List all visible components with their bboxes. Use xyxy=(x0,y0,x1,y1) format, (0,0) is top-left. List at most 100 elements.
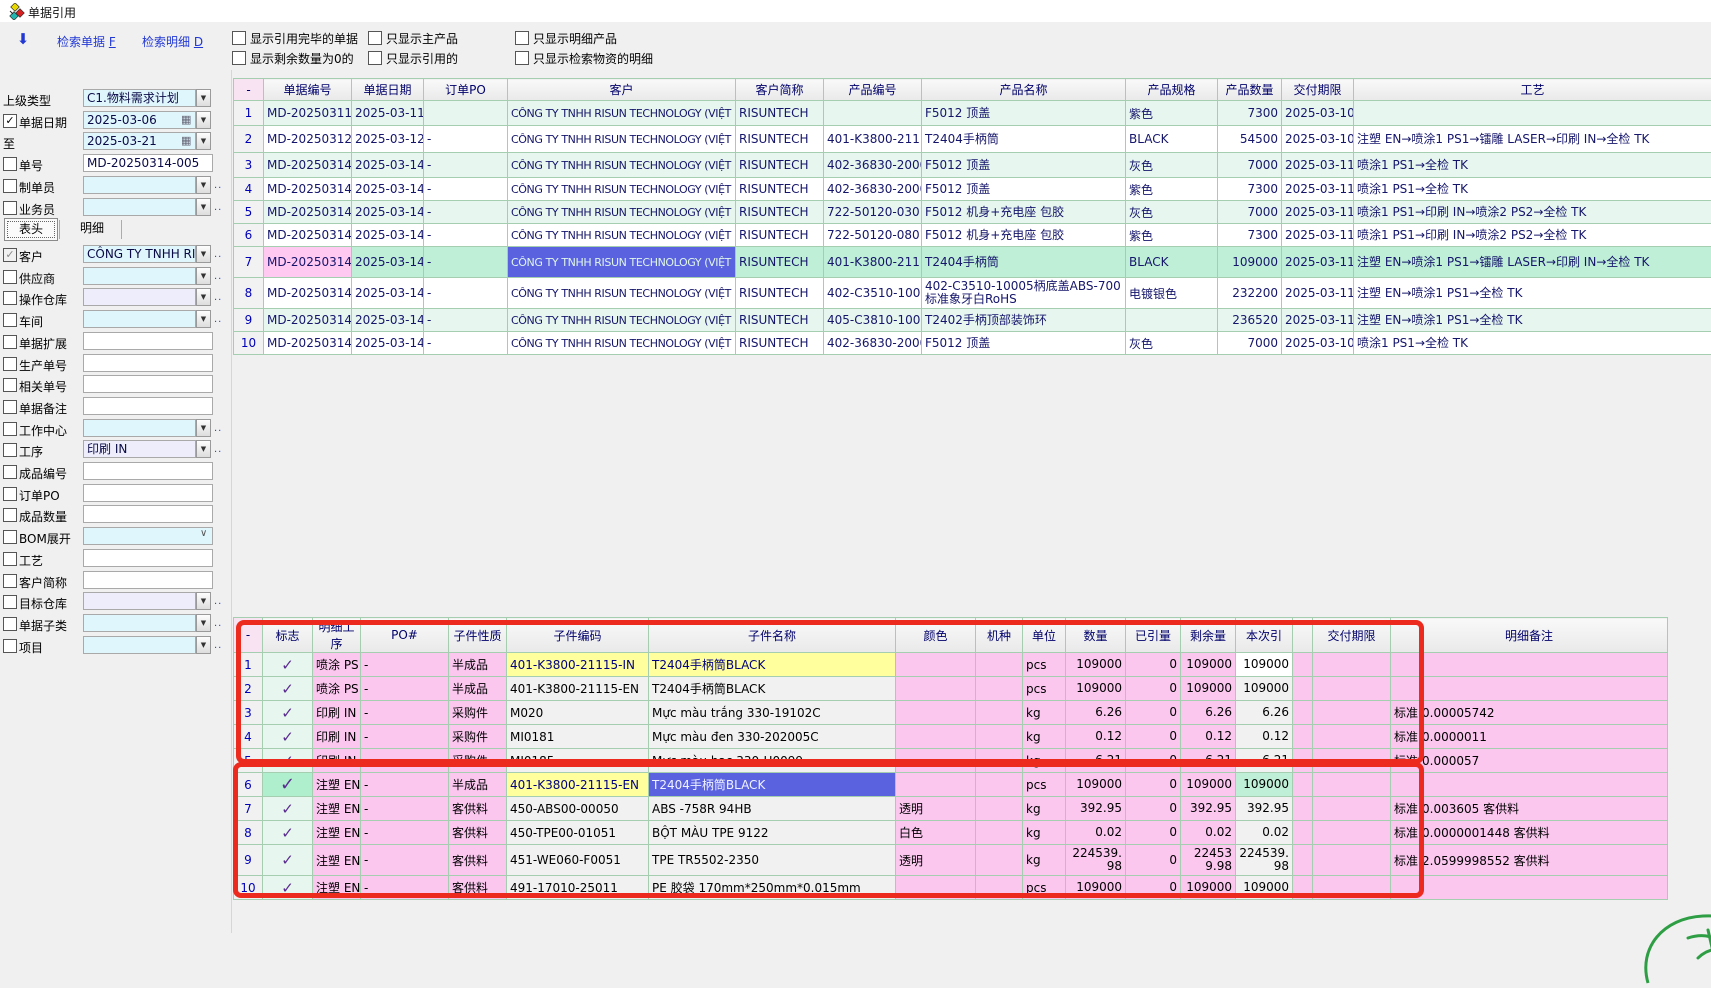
checkbox-工序[interactable] xyxy=(3,443,17,457)
cell-r7-c15[interactable] xyxy=(1313,797,1391,821)
cell-r3-c6[interactable]: Mực màu trắng 330-19102C xyxy=(649,701,896,725)
column-header-9[interactable]: 单位 xyxy=(1023,618,1066,653)
cell-r2-c4[interactable]: CÔNG TY TNHH RISUN TECHNOLOGY (VIỆT NAM) xyxy=(508,126,736,153)
cell-r3-c15[interactable] xyxy=(1313,701,1391,725)
cell-r8-c12[interactable]: 0.02 xyxy=(1181,821,1236,845)
cell-r2-c1[interactable]: ✓ xyxy=(263,677,313,701)
cell-r6-c1[interactable]: ✓ xyxy=(263,773,313,797)
combo-BOM展开[interactable] xyxy=(83,527,213,545)
cell-r4-c1[interactable]: MD-20250314-002 xyxy=(264,178,352,201)
cell-r7-c1[interactable]: MD-20250314-005 xyxy=(264,247,352,278)
cell-r1-c9[interactable]: pcs xyxy=(1023,653,1066,677)
cell-r10-c1[interactable]: ✓ xyxy=(263,876,313,900)
cell-r2-c16[interactable] xyxy=(1391,677,1668,701)
cell-r9-c4[interactable]: CÔNG TY TNHH RISUN TECHNOLOGY (VIỆT NAM) xyxy=(508,309,736,332)
checkbox-客户简称[interactable] xyxy=(3,574,17,588)
cell-r4-c2[interactable]: 印刷 IN xyxy=(313,725,361,749)
cell-r10-c13[interactable]: 109000 xyxy=(1236,876,1293,900)
cell-r10-c3[interactable]: - xyxy=(361,876,449,900)
cell-r8-c15[interactable] xyxy=(1313,821,1391,845)
cell-r8-c13[interactable]: 0.02 xyxy=(1236,821,1293,845)
cell-r1-c8[interactable] xyxy=(976,653,1023,677)
cell-r2-c6[interactable]: 401-K3800-21115 xyxy=(824,126,922,153)
cell-r8-c11[interactable]: 注塑 EN→喷涂1 PS1→全检 TK xyxy=(1354,278,1711,309)
cell-r10-c2[interactable]: 注塑 EN xyxy=(313,876,361,900)
cell-r1-c12[interactable]: 109000 xyxy=(1181,653,1236,677)
cell-r7-c7[interactable]: T2404手柄筒 xyxy=(922,247,1126,278)
cell-r2-c10[interactable]: 109000 xyxy=(1066,677,1126,701)
cell-r5-c8[interactable]: 灰色 xyxy=(1126,201,1218,224)
cell-r10-c5[interactable]: 491-17010-25011 xyxy=(507,876,649,900)
cell-r6-c11[interactable]: 0 xyxy=(1126,773,1181,797)
cell-r10-c7[interactable]: F5012 顶盖 xyxy=(922,332,1126,355)
cell-r6-c16[interactable] xyxy=(1391,773,1668,797)
cell-r9-c8[interactable] xyxy=(1126,309,1218,332)
cell-r10-c10[interactable]: 2025-03-10 xyxy=(1282,332,1354,355)
column-header-5[interactable]: 客户简称 xyxy=(736,79,824,101)
cell-r10-c8[interactable]: 灰色 xyxy=(1126,332,1218,355)
dropdown-arrow[interactable]: ▼ xyxy=(196,132,211,150)
checkbox-生产单号[interactable] xyxy=(3,357,17,371)
cell-r6-c0[interactable]: 6 xyxy=(234,224,264,247)
tab-header[interactable]: 表头 xyxy=(4,218,58,241)
cell-r5-c3[interactable]: - xyxy=(361,749,449,773)
cell-r5-c3[interactable]: - xyxy=(424,201,508,224)
combo-工序[interactable]: 印刷 IN xyxy=(83,440,196,458)
calendar-icon[interactable]: ▦ xyxy=(181,113,191,126)
down-arrow-button[interactable]: ⬇ xyxy=(14,30,32,48)
cell-r2-c15[interactable] xyxy=(1313,677,1391,701)
cell-r8-c9[interactable]: 232200 xyxy=(1218,278,1282,309)
cell-r3-c5[interactable]: M020 xyxy=(507,701,649,725)
cell-r8-c7[interactable]: 402-C3510-10005柄底盖ABS-700标准象牙白RoHS xyxy=(922,278,1126,309)
cell-r9-c5[interactable]: RISUNTECH xyxy=(736,309,824,332)
cell-r9-c6[interactable]: TPE TR5502-2350 xyxy=(649,845,896,876)
cell-r2-c6[interactable]: T2404手柄筒BLACK xyxy=(649,677,896,701)
input-单据备注[interactable] xyxy=(83,397,213,415)
combo-上级类型[interactable]: C1.物料需求计划 xyxy=(83,89,196,107)
cell-r9-c4[interactable]: 客供料 xyxy=(449,845,507,876)
column-header-3[interactable]: 订单PO xyxy=(424,79,508,101)
cell-r3-c3[interactable]: - xyxy=(424,153,508,178)
cell-r5-c4[interactable]: 采购件 xyxy=(449,749,507,773)
column-header-15[interactable]: 交付期限 xyxy=(1313,618,1391,653)
cell-r1-c1[interactable]: MD-20250311-002 xyxy=(264,101,352,126)
cell-r7-c13[interactable]: 392.95 xyxy=(1236,797,1293,821)
ellipsis-button[interactable]: .. xyxy=(214,202,222,213)
dropdown-arrow[interactable]: ▼ xyxy=(196,310,211,328)
cell-r3-c10[interactable]: 6.26 xyxy=(1066,701,1126,725)
checkbox-相关单号[interactable] xyxy=(3,378,17,392)
column-header-0[interactable]: - xyxy=(234,618,263,653)
cell-r6-c10[interactable]: 2025-03-11 xyxy=(1282,224,1354,247)
ellipsis-button[interactable]: .. xyxy=(214,271,222,282)
checkbox-供应商[interactable] xyxy=(3,270,17,284)
cell-r7-c11[interactable]: 注塑 EN→喷涂1 PS1→镭雕 LASER→印刷 IN→全检 TK xyxy=(1354,247,1711,278)
cell-r8-c6[interactable]: 402-C3510-10005 xyxy=(824,278,922,309)
cell-r1-c3[interactable] xyxy=(424,101,508,126)
checkbox-操作仓库[interactable] xyxy=(3,291,17,305)
cell-r3-c1[interactable]: ✓ xyxy=(263,701,313,725)
ellipsis-button[interactable]: .. xyxy=(214,180,222,191)
cell-r10-c12[interactable]: 109000 xyxy=(1181,876,1236,900)
cell-r5-c7[interactable]: F5012 机身+充电座 包胶 xyxy=(922,201,1126,224)
cell-r6-c2[interactable]: 注塑 EN xyxy=(313,773,361,797)
cell-r1-c2[interactable]: 2025-03-11 xyxy=(352,101,424,126)
cell-r5-c2[interactable]: 印刷 IN xyxy=(313,749,361,773)
cell-r6-c8[interactable] xyxy=(976,773,1023,797)
cell-r1-c6[interactable]: T2404手柄筒BLACK xyxy=(649,653,896,677)
cell-r5-c15[interactable] xyxy=(1313,749,1391,773)
checkbox-only-referenced[interactable]: 只显示引用的 xyxy=(368,50,458,67)
cell-r3-c2[interactable]: 印刷 IN xyxy=(313,701,361,725)
cell-r6-c13[interactable]: 109000 xyxy=(1236,773,1293,797)
combo-目标仓库[interactable] xyxy=(83,592,196,610)
cell-r7-c16[interactable]: 标准:0.003605 客供料 xyxy=(1391,797,1668,821)
cell-r3-c4[interactable]: 采购件 xyxy=(449,701,507,725)
column-header-10[interactable]: 数量 xyxy=(1066,618,1126,653)
cell-r9-c10[interactable]: 224539.98 xyxy=(1066,845,1126,876)
cell-r9-c7[interactable]: T2402手柄顶部装饰环 xyxy=(922,309,1126,332)
column-header-16[interactable]: 明细备注 xyxy=(1391,618,1668,653)
cell-r8-c1[interactable]: ✓ xyxy=(263,821,313,845)
checkbox-工艺[interactable] xyxy=(3,552,17,566)
cell-r7-c0[interactable]: 7 xyxy=(234,797,263,821)
cell-r6-c11[interactable]: 喷涂1 PS1→印刷 IN→喷涂2 PS2→全检 TK xyxy=(1354,224,1711,247)
column-header-11[interactable]: 已引量 xyxy=(1126,618,1181,653)
